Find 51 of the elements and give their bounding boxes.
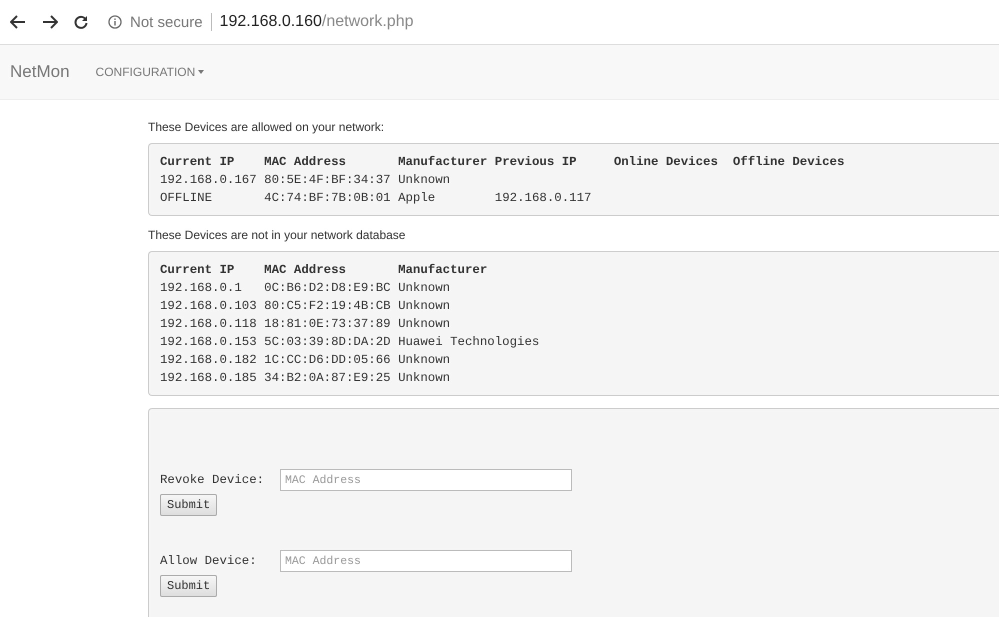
section-caption: These Devices are not in your network database	[148, 228, 406, 242]
table-cell-text: 5C:03:39:8D:DA:2D	[264, 335, 392, 349]
table-cell-text: 192.168.0.153	[160, 335, 258, 349]
table-cell-text: Unknown	[398, 281, 452, 295]
field-label: Allow Device:	[160, 554, 258, 568]
table-cell-text: 192.168.0.167	[160, 173, 258, 187]
submit-button[interactable]: Submit	[160, 575, 218, 597]
back-arrow-icon[interactable]	[10, 15, 26, 29]
mac-address-field[interactable]: MAC Address	[280, 469, 572, 491]
column-header: Offline Devices	[732, 155, 846, 169]
brand-link[interactable]: NetMon	[10, 62, 70, 82]
table-cell-text: Unknown	[398, 353, 452, 367]
mac-address-field[interactable]: MAC Address	[280, 550, 572, 572]
column-header: Online Devices	[614, 155, 719, 169]
column-header: MAC Address	[264, 263, 347, 277]
address-field[interactable]: 192.168.0.160/network.php	[220, 13, 414, 31]
security-status: Not secure	[130, 14, 203, 30]
info-icon[interactable]	[108, 15, 122, 29]
table-cell-text: 192.168.0.1	[160, 281, 243, 295]
table-cell-text: 80:5E:4F:BF:34:37	[264, 173, 392, 187]
table-cell-text: Unknown	[398, 299, 452, 313]
column-header: MAC Address	[264, 155, 347, 169]
configuration-menu[interactable]: CONFIGURATION	[96, 65, 204, 79]
table-cell-text: 192.168.0.182	[160, 353, 258, 367]
table-cell-text: 80:C5:F2:19:4B:CB	[264, 299, 392, 313]
caret-icon	[198, 70, 204, 74]
column-header: Current IP	[160, 263, 236, 277]
table-cell-text: 1C:CC:D6:DD:05:66	[264, 353, 392, 367]
table-cell-text: Apple	[398, 191, 436, 205]
table-cell-text: Unknown	[398, 371, 452, 385]
table-cell-text: 192.168.0.118	[160, 317, 258, 331]
section-caption: These Devices are allowed on your network:	[148, 120, 384, 134]
field-label: Revoke Device:	[160, 473, 266, 487]
table-cell-text: 18:81:0E:73:37:89	[264, 317, 392, 331]
table-cell: Huawei Technologies	[398, 335, 540, 349]
table-cell-text: 0C:B6:D2:D8:E9:BC	[264, 281, 392, 295]
table-cell-text: Unknown	[398, 317, 452, 331]
table-cell-text: 34:B2:0A:87:E9:25	[264, 371, 392, 385]
table-cell-text: 192.168.0.103	[160, 299, 258, 313]
table-cell-text: Unknown	[398, 173, 452, 187]
column-header: Previous IP	[494, 155, 578, 169]
table-cell-text: 192.168.0.185	[160, 371, 258, 385]
forward-arrow-icon[interactable]	[42, 15, 58, 29]
column-header: Manufacturer	[398, 155, 488, 169]
table-cell-text: 4C:74:BF:7B:0B:01	[264, 191, 392, 205]
column-header: Current IP	[160, 155, 236, 169]
table-cell-text: 192.168.0.117	[494, 191, 592, 205]
column-header: Manufacturer	[398, 263, 488, 277]
table-cell-text: OFFLINE	[160, 191, 214, 205]
submit-button[interactable]: Submit	[160, 494, 218, 516]
reload-icon[interactable]	[74, 15, 88, 29]
